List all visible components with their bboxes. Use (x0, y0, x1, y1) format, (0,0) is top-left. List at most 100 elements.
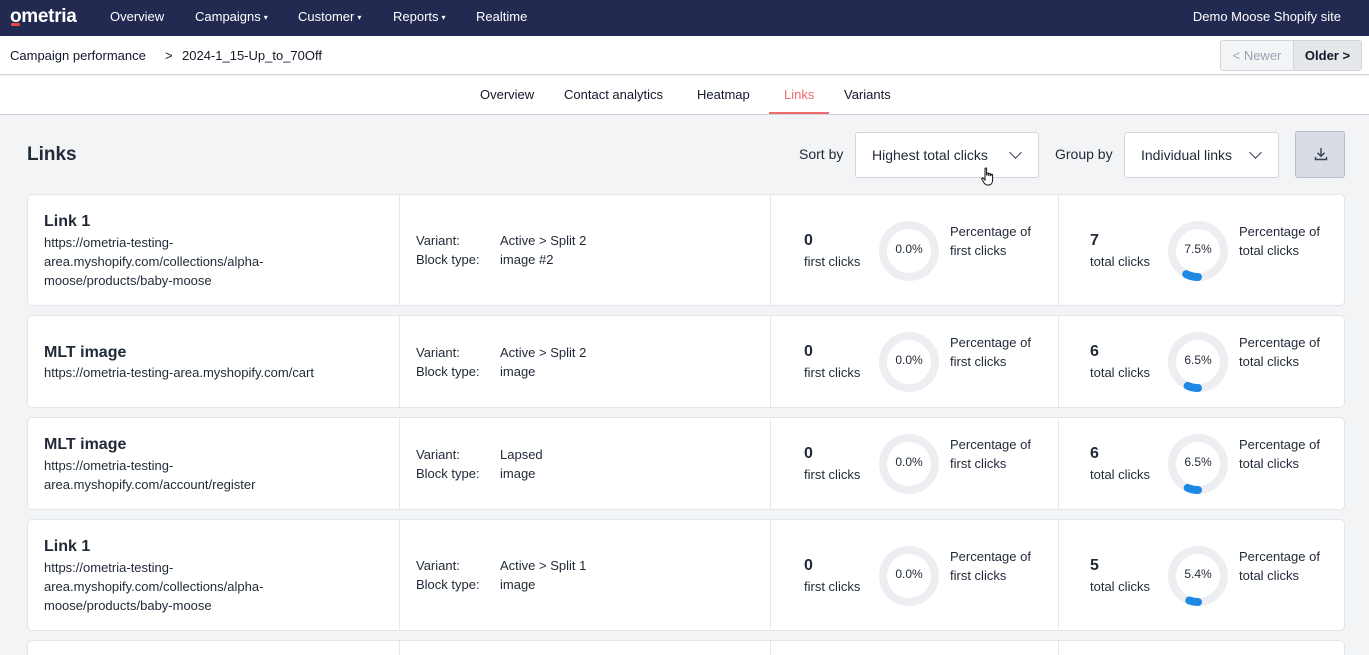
variant-value: Active > Split 1 (500, 558, 587, 573)
nav-item-label: Customer (298, 9, 355, 24)
group-by-select[interactable]: Individual links (1124, 132, 1279, 178)
first-clicks-stats: 0 first clicks 0.0% Percentage of first … (770, 520, 1058, 630)
total-clicks-percent: 7.5% (1184, 242, 1212, 256)
link-card: Link 1 https://ometria-testing-area.mysh… (27, 519, 1345, 631)
nav-item-realtime[interactable]: Realtime (476, 9, 527, 24)
nav-item-reports[interactable]: Reports ▾ (393, 9, 446, 24)
first-clicks-count: 0 (804, 557, 813, 574)
total-clicks-label: total clicks (1090, 467, 1150, 482)
link-details (399, 641, 770, 655)
first-clicks-donut: 0.0% (878, 433, 940, 495)
page-title: Links (27, 144, 77, 165)
total-clicks-donut: 5.4% (1167, 545, 1229, 607)
first-clicks-donut: 0.0% (878, 331, 940, 393)
total-clicks-count: 6 (1090, 343, 1099, 360)
link-url[interactable]: https://ometria-testing-area.myshopify.c… (44, 456, 334, 494)
sort-by-select[interactable]: Highest total clicks (855, 132, 1039, 178)
newer-button[interactable]: < Newer (1220, 40, 1294, 71)
percentage-total-clicks-label: Percentage of total clicks (1239, 437, 1320, 471)
top-navigation-bar: ometria Overview Campaigns ▾ Customer ▾ Re… (0, 0, 1369, 36)
variant-label: Variant: (416, 558, 460, 573)
block-type-value: image #2 (500, 252, 554, 267)
block-type-value: image (500, 577, 536, 592)
link-info: MLT image https://ometria-testing-area.m… (28, 316, 399, 407)
link-info: Link 1 https://ometria-testing-area.mysh… (28, 195, 399, 305)
link-card (27, 640, 1345, 655)
tab-variants[interactable]: Variants (844, 87, 891, 102)
link-name: Link 1 (44, 213, 91, 230)
site-selector[interactable]: Demo Moose Shopify site (1193, 9, 1341, 24)
total-clicks-label: total clicks (1090, 254, 1150, 269)
variant-value: Active > Split 2 (500, 345, 587, 360)
total-clicks-stats: 6 total clicks 6.5% Percentage of total … (1058, 316, 1346, 407)
report-tabs: Overview Contact analytics Heatmap Links… (0, 76, 1369, 115)
block-type-value: image (500, 466, 536, 481)
first-clicks-stats: 0 first clicks 0.0% Percentage of first … (770, 316, 1058, 407)
first-clicks-percent: 0.0% (895, 242, 923, 256)
link-url[interactable]: https://ometria-testing-area.myshopify.c… (44, 558, 334, 615)
first-clicks-label: first clicks (804, 365, 861, 380)
variant-label: Variant: (416, 233, 460, 248)
link-info (28, 641, 399, 655)
block-type-label: Block type: (416, 364, 480, 379)
first-clicks-count: 0 (804, 445, 813, 462)
link-details: Variant: Active > Split 1 Block type: im… (399, 520, 770, 630)
variant-value: Active > Split 2 (500, 233, 587, 248)
nav-item-label: Overview (110, 9, 165, 24)
link-card: MLT image https://ometria-testing-area.m… (27, 417, 1345, 510)
first-clicks-percent: 0.0% (895, 455, 923, 469)
total-clicks-count: 5 (1090, 557, 1099, 574)
first-clicks-stats (770, 641, 1058, 655)
nav-item-label: Reports (393, 9, 439, 24)
caret-down-icon: ▾ (263, 13, 268, 22)
breadcrumb-bar: Campaign performance > 2024-1_15-Up_to_7… (0, 36, 1369, 75)
nav-item-overview[interactable]: Overview (110, 9, 164, 24)
tab-contact-analytics[interactable]: Contact analytics (564, 87, 663, 102)
first-clicks-stats: 0 first clicks 0.0% Percentage of first … (770, 195, 1058, 305)
active-tab-indicator (769, 112, 829, 114)
link-url[interactable]: https://ometria-testing-area.myshopify.c… (44, 233, 334, 290)
first-clicks-stats: 0 first clicks 0.0% Percentage of first … (770, 418, 1058, 509)
hand-cursor-icon (981, 167, 994, 186)
link-info: MLT image https://ometria-testing-area.m… (28, 418, 399, 509)
first-clicks-label: first clicks (804, 254, 861, 269)
total-clicks-donut: 6.5% (1167, 331, 1229, 393)
older-button[interactable]: Older > (1293, 40, 1362, 71)
percentage-first-clicks-label: Percentage of first clicks (950, 437, 1031, 471)
nav-item-label: Campaigns (195, 9, 261, 24)
group-by-value: Individual links (1141, 147, 1233, 163)
total-clicks-stats: 6 total clicks 6.5% Percentage of total … (1058, 418, 1346, 509)
variant-label: Variant: (416, 345, 460, 360)
percentage-total-clicks-label: Percentage of total clicks (1239, 549, 1320, 583)
total-clicks-stats: 7 total clicks 7.5% Percentage of total … (1058, 195, 1346, 305)
sort-by-label: Sort by (799, 146, 844, 162)
link-url[interactable]: https://ometria-testing-area.myshopify.c… (44, 363, 384, 382)
total-clicks-percent: 5.4% (1184, 567, 1212, 581)
first-clicks-donut: 0.0% (878, 545, 940, 607)
first-clicks-percent: 0.0% (895, 353, 923, 367)
percentage-first-clicks-label: Percentage of first clicks (950, 549, 1031, 583)
total-clicks-label: total clicks (1090, 579, 1150, 594)
chevron-down-icon (1249, 146, 1262, 159)
total-clicks-donut: 7.5% (1167, 220, 1229, 282)
download-button[interactable] (1295, 131, 1345, 178)
link-info: Link 1 https://ometria-testing-area.mysh… (28, 520, 399, 630)
nav-item-customer[interactable]: Customer ▾ (298, 9, 361, 24)
tab-links[interactable]: Links (784, 87, 814, 102)
block-type-value: image (500, 364, 536, 379)
breadcrumb-parent-link[interactable]: Campaign performance (10, 48, 146, 63)
total-clicks-label: total clicks (1090, 365, 1150, 380)
percentage-total-clicks-label: Percentage of total clicks (1239, 224, 1320, 258)
link-details: Variant: Active > Split 2 Block type: im… (399, 316, 770, 407)
first-clicks-label: first clicks (804, 467, 861, 482)
tab-heatmap[interactable]: Heatmap (697, 87, 750, 102)
nav-item-campaigns[interactable]: Campaigns ▾ (195, 9, 268, 24)
caret-down-icon: ▾ (441, 13, 446, 22)
tab-overview[interactable]: Overview (480, 87, 534, 102)
total-clicks-stats: 5 total clicks 5.4% Percentage of total … (1058, 520, 1346, 630)
link-name: MLT image (44, 436, 127, 453)
breadcrumb-current: 2024-1_15-Up_to_70Off (182, 48, 322, 63)
first-clicks-label: first clicks (804, 579, 861, 594)
block-type-label: Block type: (416, 577, 480, 592)
percentage-first-clicks-label: Percentage of first clicks (950, 224, 1031, 258)
